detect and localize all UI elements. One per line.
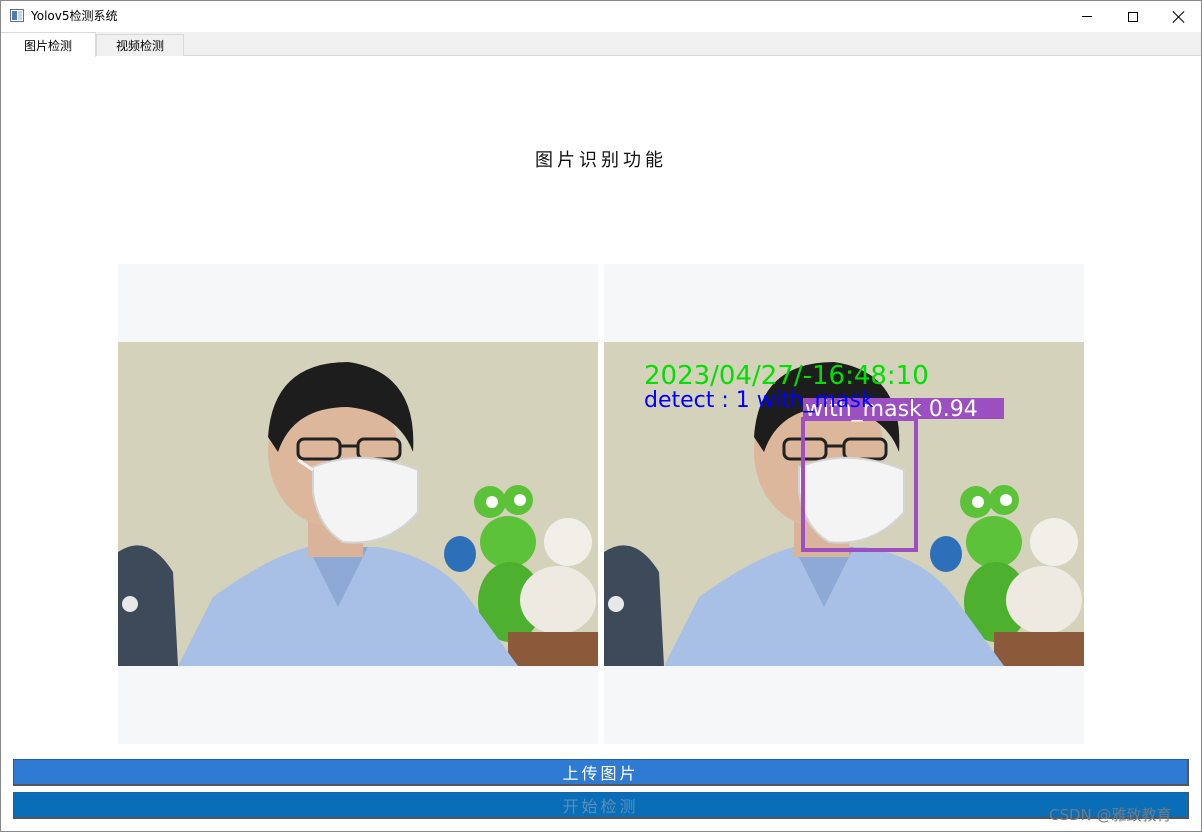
maximize-button[interactable]: [1110, 1, 1156, 32]
minimize-button[interactable]: [1064, 1, 1110, 32]
title-bar[interactable]: Yolov5检测系统: [1, 1, 1201, 32]
close-icon: [1173, 11, 1185, 23]
maximize-icon: [1128, 11, 1138, 22]
detection-result-panel: with_mask 0.94 2023/04/27/-16:48:10 dete…: [604, 264, 1084, 744]
start-detection-button[interactable]: 开始检测: [13, 792, 1189, 819]
tab-video-detection[interactable]: 视频检测: [96, 34, 184, 56]
watermark: CSDN @雅致教育: [1049, 806, 1172, 824]
detection-summary: detect : 1 with_mask: [644, 388, 874, 413]
detection-timestamp: 2023/04/27/-16:48:10: [644, 361, 929, 391]
detection-result-photo: with_mask 0.94 2023/04/27/-16:48:10 dete…: [604, 342, 1084, 666]
app-window: Yolov5检测系统 图片检测 视频检测 图片识别功能 with_mask 0.…: [0, 0, 1202, 832]
original-image-panel: [118, 264, 598, 744]
page-heading: 图片识别功能: [535, 150, 667, 171]
minimize-icon: [1082, 16, 1092, 17]
original-photo: [118, 342, 598, 666]
tab-image-detection[interactable]: 图片检测: [1, 32, 96, 57]
tab-bar: 图片检测 视频检测: [1, 32, 1201, 57]
app-window-icon: [10, 9, 24, 22]
close-button[interactable]: [1156, 1, 1202, 32]
upload-image-button[interactable]: 上传图片: [13, 759, 1189, 786]
window-title: Yolov5检测系统: [31, 9, 118, 23]
